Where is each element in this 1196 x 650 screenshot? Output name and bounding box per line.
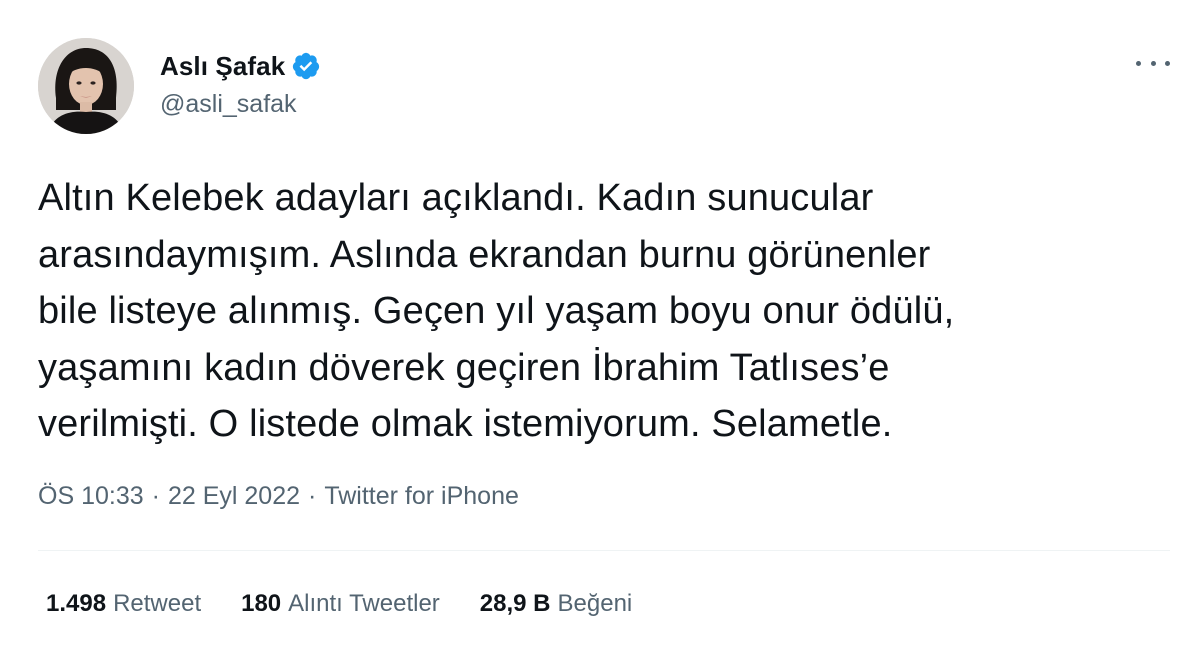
more-dot <box>1136 60 1141 66</box>
tweet-text-line: Altın Kelebek adayları açıklandı. Kadın … <box>38 177 874 219</box>
likes-stat[interactable]: 28,9 B Beğeni <box>480 590 632 618</box>
more-dot <box>1165 60 1170 66</box>
tweet-source[interactable]: Twitter for iPhone <box>324 482 519 511</box>
author-display-name[interactable]: Aslı Şafak <box>160 51 285 82</box>
retweets-label: Retweet <box>113 590 202 617</box>
meta-separator: · <box>151 482 160 510</box>
quote-tweets-count: 180 <box>241 590 282 617</box>
avatar[interactable] <box>38 38 134 134</box>
tweet-date[interactable]: 22 Eyl 2022 <box>168 482 300 511</box>
retweets-stat[interactable]: 1.498 Retweet <box>46 590 201 618</box>
more-dot <box>1150 60 1156 66</box>
author-handle[interactable]: @asli_safak <box>160 90 297 119</box>
avatar-image <box>38 38 134 134</box>
tweet-time[interactable]: ÖS 10:33 <box>38 482 144 511</box>
divider <box>38 550 1170 551</box>
likes-label: Beğeni <box>557 590 633 617</box>
retweets-count: 1.498 <box>46 590 107 617</box>
meta-separator: · <box>308 482 317 510</box>
tweet-text-line: bile listeye alınmış. Geçen yıl yaşam bo… <box>38 290 955 332</box>
tweet-text: Altın Kelebek adayları açıklandı. Kadın … <box>38 170 1148 453</box>
tweet-text-line: arasındaymışım. Aslında ekrandan burnu g… <box>38 233 931 276</box>
tweet-text-line: verilmişti. O listede olmak istemiyorum.… <box>38 403 893 445</box>
author-name-row: Aslı Şafak <box>160 50 321 82</box>
engagement-stats: 1.498 Retweet 180 Alıntı Tweetler 28,9 B… <box>46 590 672 618</box>
tweet-metadata: ÖS 10:33 · 22 Eyl 2022 · Twitter for iPh… <box>38 482 519 511</box>
more-icon[interactable] <box>1136 48 1170 78</box>
tweet-text-line: yaşamını kadın döverek geçiren İbrahim T… <box>38 346 890 389</box>
verified-badge-icon <box>291 51 321 81</box>
tweet-card: Aslı Şafak @asli_safak Altın Kelebek ada… <box>0 0 1196 650</box>
likes-count: 28,9 B <box>479 590 551 617</box>
quote-tweets-label: Alıntı Tweetler <box>288 590 440 617</box>
quote-tweets-stat[interactable]: 180 Alıntı Tweetler <box>241 590 440 618</box>
